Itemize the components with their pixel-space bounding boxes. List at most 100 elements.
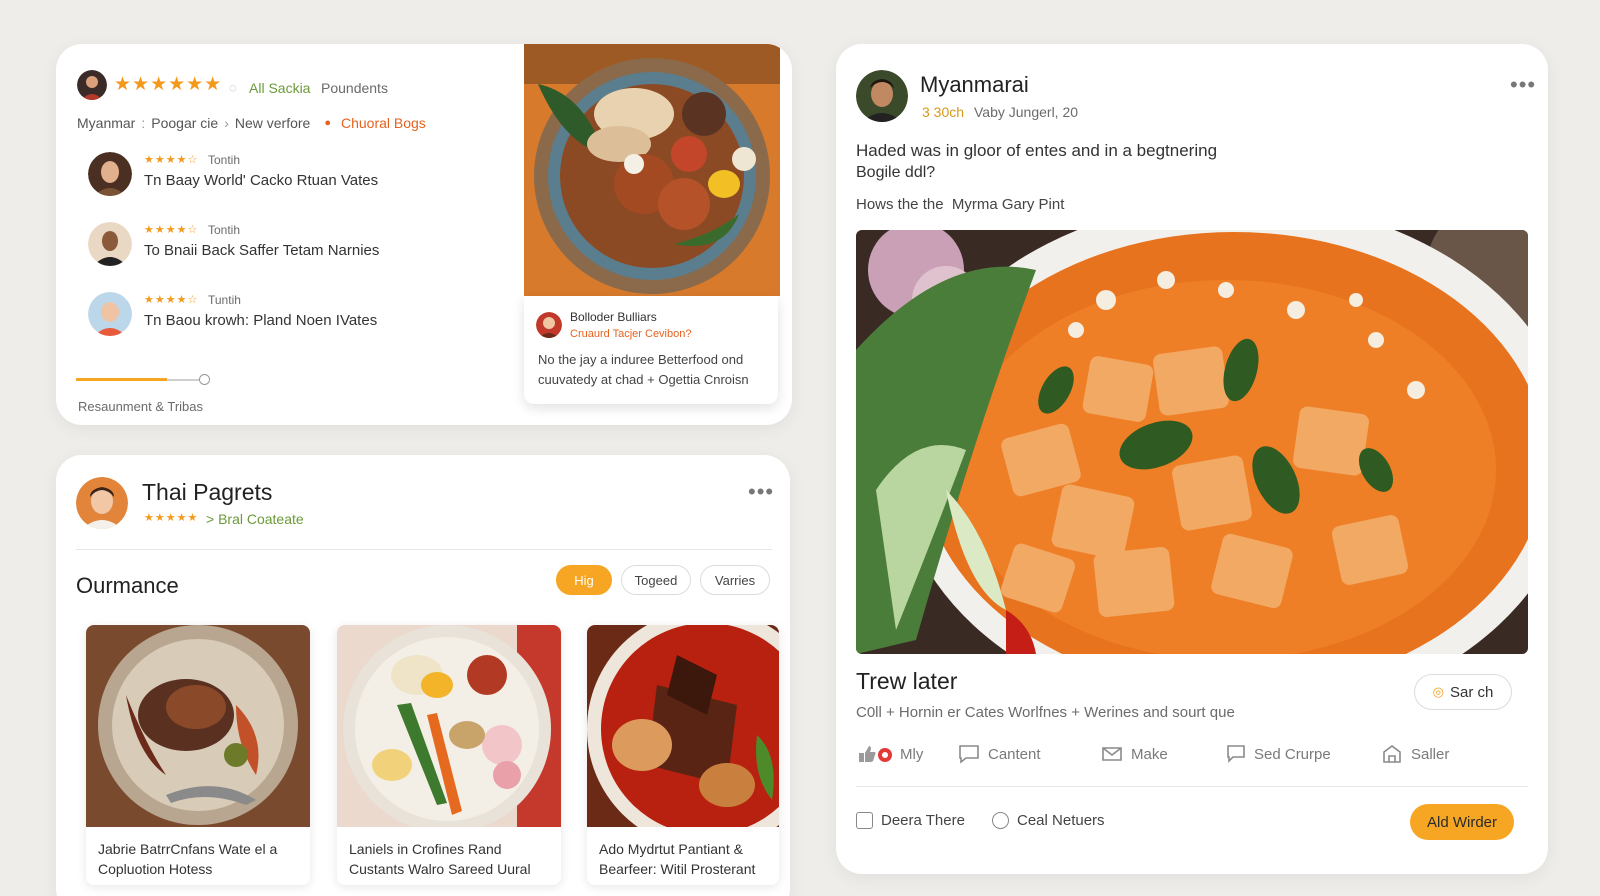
review-author: Tontih: [208, 153, 241, 167]
filter-chip-togeed[interactable]: Togeed: [621, 565, 691, 595]
list-item[interactable]: ★★★★☆ Tontih To Bnaii Back Saffer Tetam …: [86, 220, 466, 270]
pin-icon: ●: [324, 117, 331, 129]
progress-fill: [76, 378, 168, 381]
restaurant-card: Thai Pagrets ★★★★★ > Bral Coateate ••• O…: [56, 455, 790, 896]
divider: [856, 786, 1528, 787]
footer-label: Resaunment & Tribas: [78, 399, 204, 414]
location-tag[interactable]: Chuoral Bogs: [341, 115, 426, 131]
breadcrumb-item[interactable]: New verfore: [235, 115, 310, 131]
comment-popup[interactable]: Bolloder Bulliars Cruaurd Tacjer Cevibon…: [524, 296, 778, 404]
dish-caption-line1: Laniels in Crofines Rand: [349, 841, 502, 857]
post-photo[interactable]: [856, 230, 1528, 654]
more-options-icon[interactable]: •••: [1510, 74, 1536, 96]
dish-caption-line2: Copluotion Hotess: [98, 861, 213, 877]
popup-subtitle: Cruaurd Tacjer Cevibon?: [570, 328, 692, 340]
checkbox[interactable]: [856, 812, 873, 829]
avatar: [88, 152, 132, 196]
rating-stars: ★★★★★★: [114, 74, 223, 95]
popup-author: Bolloder Bulliars: [570, 310, 657, 324]
like-icon: [859, 746, 892, 762]
review-author: Tuntih: [208, 293, 241, 307]
author-name: Myanmarai: [920, 72, 1029, 97]
list-item[interactable]: ★★★★☆ Tuntih Tn Baou krowh: Pland Noen I…: [86, 290, 466, 340]
chevron-right-icon: ›: [224, 115, 229, 131]
radio-icon[interactable]: [992, 812, 1009, 829]
store-icon: [1383, 745, 1401, 763]
review-title: To Bnaii Back Saffer Tetam Narnies: [144, 242, 380, 259]
dish-caption-line2: Custants Walro Sareed Uural: [349, 861, 531, 877]
review-stars: ★★★★☆: [144, 154, 199, 166]
dish-caption-line1: Jabrie BatrrCnfans Wate el a: [98, 841, 278, 857]
rating-link[interactable]: > Bral Coateate: [206, 511, 304, 527]
slider-handle[interactable]: [199, 374, 210, 385]
action-label: Saller: [1411, 745, 1450, 763]
post-body-line1: Haded was in gloor of entes and in a beg…: [856, 141, 1218, 160]
search-button[interactable]: ◎ Sar ch: [1414, 674, 1512, 710]
post-card: Myanmarai 3 30ch Vaby Jungerl, 20 ••• Ha…: [836, 44, 1548, 874]
author-avatar[interactable]: [856, 70, 908, 122]
post-body-line2: Bogile ddl?: [856, 164, 936, 181]
popup-text-line2: cuuvatedy at chad + Ogettia Cnroisn: [538, 372, 749, 387]
review-author: Tontih: [208, 223, 241, 237]
action-comment[interactable]: Cantent: [958, 744, 1041, 764]
action-label: Make: [1131, 745, 1168, 763]
chat-icon: [1227, 745, 1245, 763]
action-label: Sed Crurpe: [1254, 745, 1331, 763]
dish-card[interactable]: Laniels in Crofines Rand Custants Walro …: [337, 625, 561, 885]
restaurant-name: Thai Pagrets: [142, 479, 273, 505]
tags-line: C0ll + Hornin er Cates Worlfnes + Werine…: [856, 704, 1235, 721]
post-meta-highlight: 3 30ch: [922, 104, 965, 120]
post-title: Trew later: [856, 668, 958, 694]
action-like[interactable]: Mly: [856, 744, 923, 764]
search-icon: ◎: [1432, 684, 1444, 699]
list-item[interactable]: ★★★★☆ Tontih Tn Baay World' Cacko Rtuan …: [86, 150, 466, 200]
review-stars: ★★★★☆: [144, 294, 199, 306]
dish-photo: [337, 625, 561, 827]
dish-caption-line1: Ado Mydrtut Pantiant &: [599, 841, 743, 857]
radio-option[interactable]: Ceal Netuers: [992, 812, 1105, 829]
more-options-icon[interactable]: •••: [748, 481, 774, 503]
action-chat[interactable]: Sed Crurpe: [1226, 744, 1331, 764]
dish-photo: [86, 625, 310, 827]
action-label: Cantent: [988, 745, 1041, 763]
avatar: [88, 292, 132, 336]
radio-label: Ceal Netuers: [1017, 812, 1105, 829]
action-message[interactable]: Make: [1101, 744, 1168, 764]
avatar: [536, 312, 562, 338]
dish-card[interactable]: Ado Mydrtut Pantiant & Bearfeer: Witil P…: [587, 625, 779, 885]
separator-icon: :: [141, 115, 146, 131]
post-subline: Hows the the Myrma Gary Pint: [856, 196, 1065, 213]
rating-link[interactable]: All Sackia: [249, 80, 310, 96]
progress-slider[interactable]: [76, 374, 210, 386]
checkbox-label: Deera There: [881, 812, 965, 829]
breadcrumb-item[interactable]: Myanmar: [77, 115, 135, 131]
review-stars: ★★★★☆: [144, 224, 199, 236]
review-title: Tn Baou krowh: Pland Noen IVates: [144, 312, 378, 329]
chevron-icon: ◌: [229, 80, 237, 95]
reviewer-avatar[interactable]: [77, 70, 107, 100]
primary-button[interactable]: Ald Wirder: [1410, 804, 1514, 840]
restaurant-avatar[interactable]: [76, 477, 128, 529]
review-title: Tn Baay World' Cacko Rtuan Vates: [144, 172, 379, 189]
breadcrumb: Myanmar : Poogar cie › New verfore ● Chu…: [77, 115, 426, 131]
avatar: [88, 222, 132, 266]
section-title: Ourmance: [76, 573, 179, 598]
action-store[interactable]: Saller: [1381, 744, 1449, 764]
filter-chip-varries[interactable]: Varries: [700, 565, 770, 595]
rating-suffix: Poundents: [321, 80, 388, 96]
checkbox-option[interactable]: Deera There: [856, 812, 965, 829]
filter-chip-hig[interactable]: Hig: [556, 565, 612, 595]
food-photo[interactable]: [524, 44, 780, 296]
divider: [76, 549, 772, 550]
dish-card[interactable]: Jabrie BatrrCnfans Wate el a Copluotion …: [86, 625, 310, 885]
breadcrumb-item[interactable]: Poogar cie: [151, 115, 218, 131]
message-icon: [1102, 747, 1122, 761]
comment-icon: [959, 745, 979, 764]
rating-stars: ★★★★★: [144, 512, 199, 524]
popup-text-line1: No the jay a induree Betterfood ond: [538, 352, 744, 367]
post-meta: Vaby Jungerl, 20: [974, 104, 1079, 120]
dish-photo: [587, 625, 779, 827]
review-card: ★★★★★★ ◌ All Sackia Poundents Myanmar : …: [56, 44, 792, 425]
dish-caption-line2: Bearfeer: Witil Prosterant: [599, 861, 756, 877]
search-button-label: Sar ch: [1449, 683, 1494, 701]
